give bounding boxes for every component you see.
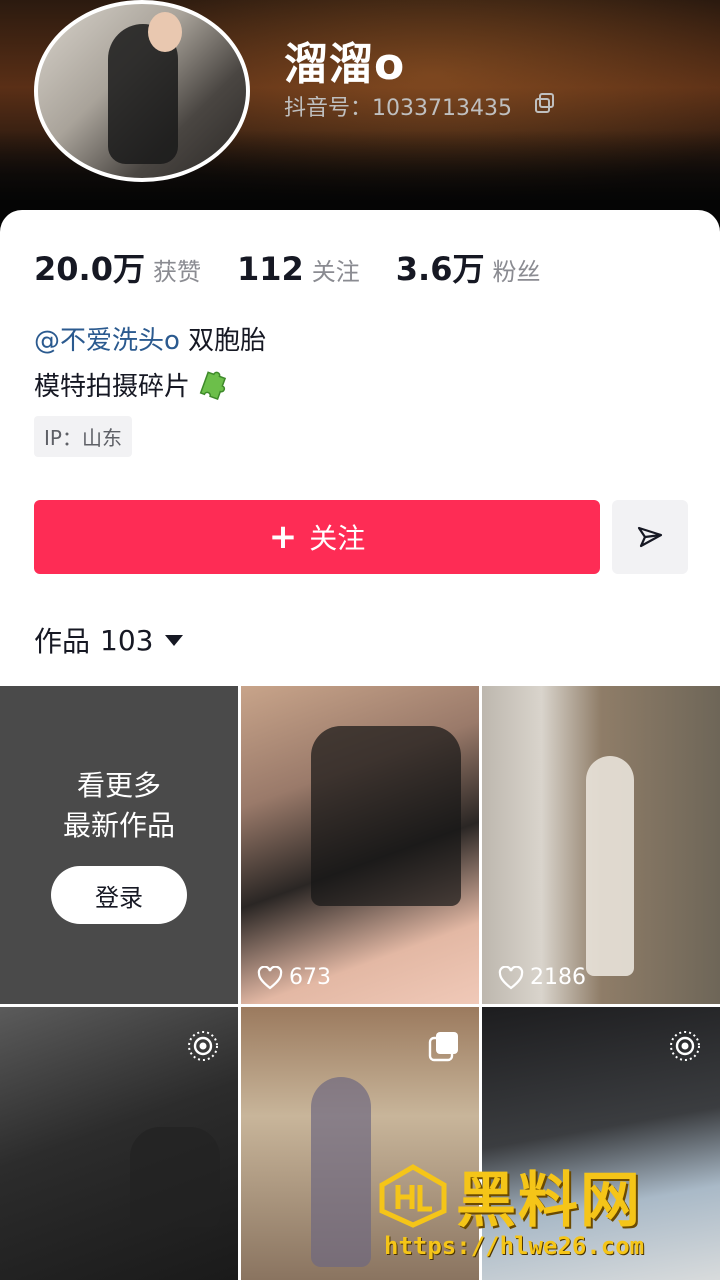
- copy-icon[interactable]: [534, 92, 556, 114]
- profile-name: 溜溜o: [284, 39, 406, 90]
- watermark-logo-icon: [379, 1163, 447, 1228]
- douyin-id: 抖音号：1033713435: [284, 96, 512, 121]
- see-more-text: 看更多 最新作品: [0, 766, 238, 846]
- stat-followers[interactable]: 3.6万 粉丝: [396, 244, 541, 290]
- multi-image-icon: [428, 1032, 458, 1062]
- like-count-value: 2186: [530, 965, 586, 990]
- stat-likes[interactable]: 20.0万 获赞: [34, 244, 201, 290]
- stat-value: 112: [236, 250, 304, 288]
- stat-value: 3.6万: [395, 250, 485, 288]
- puzzle-emoji-icon: [199, 370, 227, 400]
- stat-label: 粉丝: [492, 258, 541, 286]
- heart-icon: [498, 965, 524, 989]
- caret-down-icon: [165, 634, 184, 646]
- stat-value: 20.0万: [34, 250, 145, 288]
- thumbnail-subject: [586, 756, 634, 976]
- bio-line-2: 模特拍摄碎片: [34, 366, 228, 403]
- ip-location-tag: IP：山东: [34, 416, 132, 457]
- live-photo-icon: [670, 1031, 700, 1061]
- live-photo-icon: [188, 1031, 218, 1061]
- plus-icon: +: [268, 517, 298, 557]
- video-thumbnail[interactable]: [0, 1007, 238, 1280]
- bio-text: 模特拍摄碎片: [34, 372, 191, 402]
- thumbnail-subject: [311, 726, 461, 906]
- profile-stats: 20.0万 获赞 112 关注 3.6万 粉丝: [34, 244, 576, 290]
- send-message-button[interactable]: [612, 500, 688, 574]
- video-thumbnail[interactable]: 673: [241, 686, 479, 1004]
- bio-mention-link[interactable]: @不爱洗头o: [34, 326, 180, 356]
- like-count-value: 673: [289, 965, 331, 990]
- like-count: 673: [257, 965, 331, 990]
- stat-following[interactable]: 112 关注: [237, 250, 360, 288]
- watermark: 黑料网: [378, 1152, 642, 1239]
- follow-button-label: 关注: [309, 522, 366, 555]
- video-thumbnail[interactable]: 2186: [482, 686, 720, 1004]
- watermark-text: 黑料网: [456, 1166, 642, 1236]
- tab-works[interactable]: 作品 103: [34, 620, 184, 660]
- works-count: 103: [100, 623, 154, 657]
- see-more-line: 最新作品: [62, 809, 175, 842]
- see-more-card[interactable]: 看更多 最新作品 登录: [0, 686, 238, 1004]
- see-more-line: 看更多: [76, 769, 161, 802]
- follow-button[interactable]: + 关注: [34, 500, 600, 574]
- like-count: 2186: [498, 965, 586, 990]
- watermark-url: https://hlwe26.com: [384, 1232, 645, 1260]
- works-label: 作品: [34, 625, 91, 658]
- login-button[interactable]: 登录: [51, 866, 187, 924]
- thumbnail-subject: [311, 1077, 371, 1267]
- thumbnail-subject: [130, 1127, 220, 1227]
- stat-label: 获赞: [152, 258, 201, 286]
- avatar-face: [148, 12, 182, 52]
- bio-text: 双胞胎: [179, 326, 267, 356]
- avatar[interactable]: [34, 0, 250, 182]
- paper-plane-icon: [637, 526, 663, 548]
- stat-label: 关注: [311, 258, 360, 286]
- heart-icon: [257, 965, 283, 989]
- bio-line-1: @不爱洗头o 双胞胎: [34, 320, 266, 357]
